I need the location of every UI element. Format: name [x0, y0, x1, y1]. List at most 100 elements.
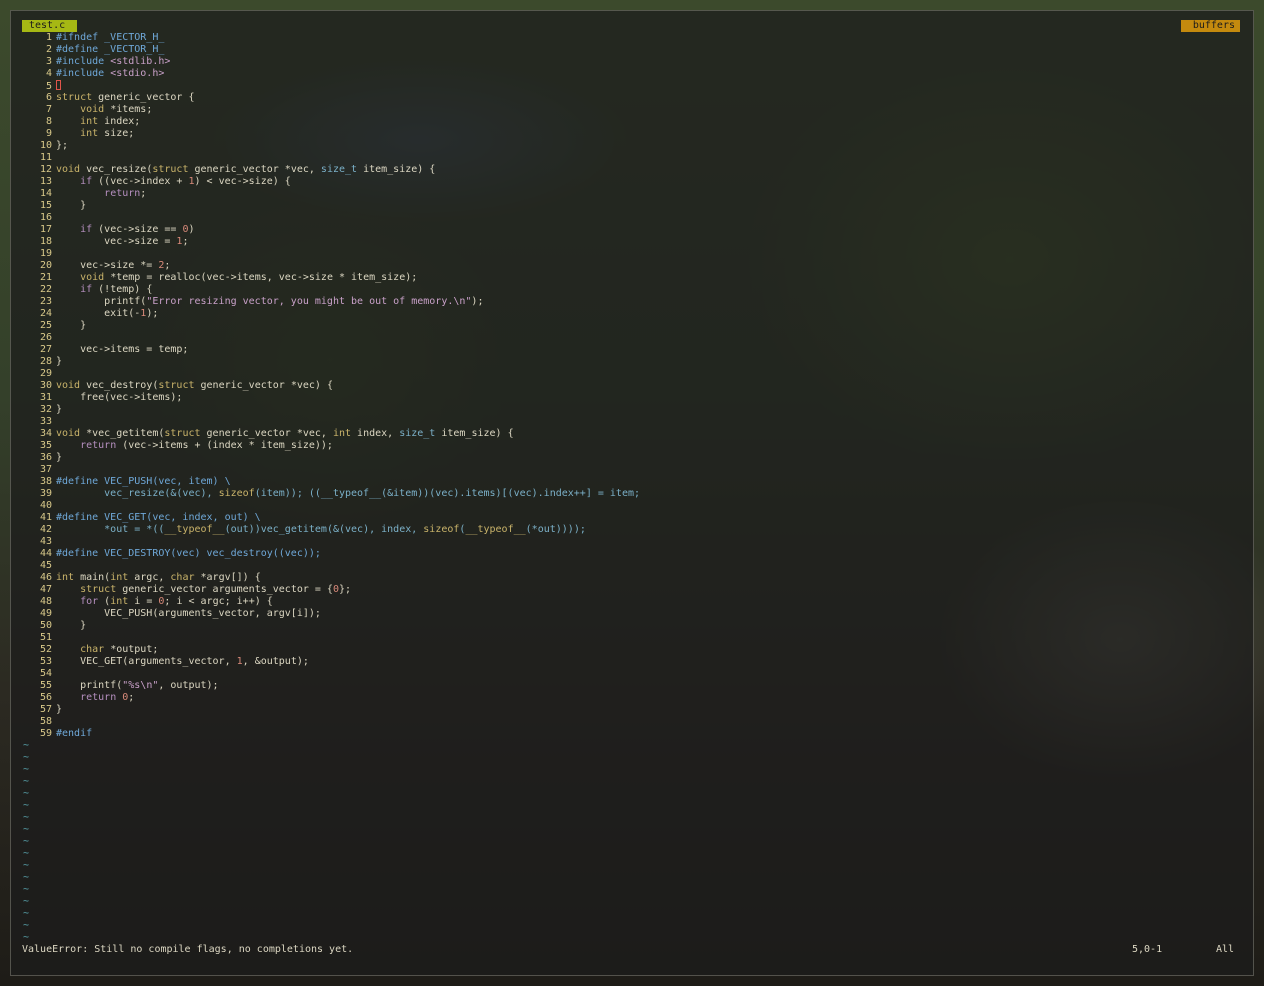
code-line[interactable]: 16 [22, 212, 1242, 224]
code-line[interactable]: 34 void *vec_getitem(struct generic_vecto… [22, 428, 1242, 440]
code-line[interactable]: 3 #include <stdlib.h> [22, 56, 1242, 68]
code-line[interactable]: 49 VEC_PUSH(arguments_vector, argv[i]); [22, 608, 1242, 620]
code-line[interactable]: 28} [22, 356, 1242, 368]
code-line[interactable]: 24 exit(-1); [22, 308, 1242, 320]
code-line[interactable]: 44 #define VEC_DESTROY(vec) vec_destroy((… [22, 548, 1242, 560]
code-line[interactable]: 1 #ifndef _VECTOR_H_ [22, 32, 1242, 44]
code-line[interactable]: 58 [22, 716, 1242, 728]
code-line[interactable]: 56 return 0; [22, 692, 1242, 704]
code-line[interactable]: 37 [22, 464, 1242, 476]
code-line[interactable]: 47 struct generic_vector arguments_vecto… [22, 584, 1242, 596]
line-number: 4 [45, 68, 52, 79]
code-token: vec->size *= [56, 260, 159, 271]
code-line[interactable]: 17 if (vec->size == 0) [22, 224, 1242, 236]
code-line[interactable]: 4 #include <stdio.h> [22, 68, 1242, 80]
code-token: void [56, 380, 81, 391]
code-line[interactable]: 33 [22, 416, 1242, 428]
code-line[interactable]: 45 [22, 560, 1242, 572]
code-token: #include [56, 68, 111, 79]
code-token: } [56, 704, 63, 715]
line-number: 57 [39, 704, 52, 715]
terminal-window[interactable]: test.c buffers 1 #ifndef _VECTOR_H_ 2 #defi… [10, 10, 1254, 976]
code-token: *out = *(( [56, 524, 165, 535]
code-line[interactable]: 46 int main(int argc, char *argv[]) { [22, 572, 1242, 584]
code-token: index; [98, 116, 141, 127]
code-line[interactable]: 7 void *items; [22, 104, 1242, 116]
code-line[interactable]: 6 struct generic_vector { [22, 92, 1242, 104]
code-line[interactable]: 15 } [22, 200, 1242, 212]
code-line[interactable]: 14 return; [22, 188, 1242, 200]
code-line[interactable]: 18 vec->size = 1; [22, 236, 1242, 248]
code-line[interactable]: 48 for (int i = 0; i < argc; i++) { [22, 596, 1242, 608]
tilde-marker: ~ [23, 872, 30, 883]
code-line[interactable]: 26 [22, 332, 1242, 344]
code-line[interactable]: 31 free(vec->items); [22, 392, 1242, 404]
code-token: for [80, 596, 99, 607]
line-number: 12 [39, 164, 52, 175]
code-line[interactable]: 55 printf("%s\n", output); [22, 680, 1242, 692]
empty-buffer-line: ~ [22, 908, 1242, 920]
line-number: 36 [39, 452, 52, 463]
code-token: argc, [128, 572, 171, 583]
line-number: 7 [45, 104, 52, 115]
code-token: ((vec->index + [92, 176, 189, 187]
code-line[interactable]: 30 void vec_destroy(struct generic_vector… [22, 380, 1242, 392]
code-line[interactable]: 2 #define _VECTOR_H_ [22, 44, 1242, 56]
code-token: exit(- [56, 308, 141, 319]
code-line[interactable]: 20 vec->size *= 2; [22, 260, 1242, 272]
code-line[interactable]: 21 void *temp = realloc(vec->items, vec-… [22, 272, 1242, 284]
code-token: }; [56, 140, 69, 151]
code-line[interactable]: 36} [22, 452, 1242, 464]
code-line[interactable]: 53 VEC_GET(arguments_vector, 1, &output)… [22, 656, 1242, 668]
code-line[interactable]: 40 [22, 500, 1242, 512]
code-line[interactable]: 42 *out = *((__typeof__(out))vec_getitem… [22, 524, 1242, 536]
code-line[interactable]: 5 [22, 80, 1242, 92]
code-line[interactable]: 43 [22, 536, 1242, 548]
code-token: index, [351, 428, 400, 439]
code-line[interactable]: 32} [22, 404, 1242, 416]
code-line[interactable]: 8 int index; [22, 116, 1242, 128]
line-number: 20 [39, 260, 52, 271]
code-line[interactable]: 10}; [22, 140, 1242, 152]
code-token: return [80, 440, 117, 451]
code-line[interactable]: 59 #endif [22, 728, 1242, 740]
code-token: VEC_GET(arguments_vector, [56, 656, 237, 667]
code-line[interactable]: 54 [22, 668, 1242, 680]
code-line[interactable]: 51 [22, 632, 1242, 644]
code-token: int [110, 572, 129, 583]
code-line[interactable]: 38 #define VEC_PUSH(vec, item) \ [22, 476, 1242, 488]
line-number: 37 [39, 464, 52, 475]
code-line[interactable]: 23 printf("Error resizing vector, you mi… [22, 296, 1242, 308]
line-number: 54 [39, 668, 52, 679]
code-line[interactable]: 11 [22, 152, 1242, 164]
code-token: ( [98, 596, 111, 607]
code-line[interactable]: 9 int size; [22, 128, 1242, 140]
code-line[interactable]: 19 [22, 248, 1242, 260]
code-line[interactable]: 25 } [22, 320, 1242, 332]
line-number: 17 [39, 224, 52, 235]
buffers-indicator[interactable]: buffers [1180, 20, 1240, 32]
vim-editor-buffer[interactable]: 1 #ifndef _VECTOR_H_ 2 #define _VECTOR_H_ 3 #… [22, 32, 1242, 944]
line-number: 50 [39, 620, 52, 631]
code-line[interactable]: 50 } [22, 620, 1242, 632]
text-cursor [56, 80, 61, 90]
code-line[interactable]: 41 #define VEC_GET(vec, index, out) \ [22, 512, 1242, 524]
code-line[interactable]: 27 vec->items = temp; [22, 344, 1242, 356]
line-number: 19 [39, 248, 52, 259]
code-line[interactable]: 39 vec_resize(&(vec), sizeof(item)); ((_… [22, 488, 1242, 500]
empty-buffer-line: ~ [22, 896, 1242, 908]
code-line[interactable]: 13 if ((vec->index + 1) < vec->size) { [22, 176, 1242, 188]
code-line[interactable]: 57} [22, 704, 1242, 716]
code-token: struct [80, 584, 117, 595]
tab-test-c[interactable]: test.c [22, 20, 78, 32]
code-token: __typeof__ [465, 524, 526, 535]
line-number: 9 [45, 128, 52, 139]
code-line[interactable]: 12 void vec_resize(struct generic_vector … [22, 164, 1242, 176]
code-line[interactable]: 22 if (!temp) { [22, 284, 1242, 296]
code-line[interactable]: 52 char *output; [22, 644, 1242, 656]
line-number: 39 [39, 488, 52, 499]
code-line[interactable]: 29 [22, 368, 1242, 380]
code-line[interactable]: 35 return (vec->items + (index * item_si… [22, 440, 1242, 452]
